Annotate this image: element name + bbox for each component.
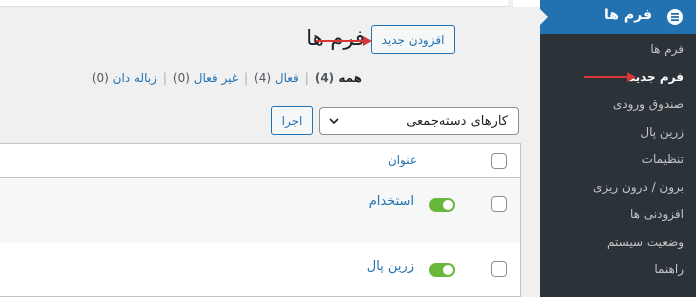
row-checkbox[interactable]: [491, 261, 507, 277]
filter-active[interactable]: فعال (4): [254, 71, 299, 85]
table-row: استخدام: [0, 179, 520, 243]
active-toggle[interactable]: [429, 263, 455, 277]
row-checkbox[interactable]: [491, 196, 507, 212]
content-panel: فرم ها افزودن جدید همه (4) | فعال (4) | …: [0, 0, 540, 297]
sidebar-submenu: فرم ها فرم جدید صندوق ورودی زرین پال تنظ…: [540, 34, 696, 297]
filter-separator: |: [304, 71, 309, 85]
forms-table: عنوان استخدام زرین پال: [0, 143, 521, 297]
filter-separator: |: [243, 71, 249, 85]
filter-trash[interactable]: زباله دان (0): [92, 71, 157, 85]
sidebar-item-inbox[interactable]: صندوق ورودی: [613, 97, 684, 111]
column-title[interactable]: عنوان: [388, 153, 417, 167]
sidebar-item-addons[interactable]: افزودنی ها: [630, 207, 684, 221]
filter-all[interactable]: همه (4): [315, 71, 362, 85]
sidebar-item-zarinpal[interactable]: زرین پال: [640, 125, 684, 139]
add-new-button[interactable]: افزودن جدید: [371, 25, 455, 54]
chevron-down-icon: [329, 118, 339, 125]
sidebar-item-system-status[interactable]: وضعیت سیستم: [607, 235, 684, 249]
select-all-checkbox[interactable]: [491, 153, 507, 169]
top-panel-edge-right: [513, 0, 540, 7]
sidebar-item-import-export[interactable]: برون / درون ریزی: [593, 180, 684, 194]
row-title-link[interactable]: زرین پال: [367, 259, 414, 274]
forms-menu-icon: [667, 9, 683, 25]
status-filters: همه (4) | فعال (4) | غیر فعال (0) | زبال…: [92, 71, 362, 85]
bulk-actions-select[interactable]: کارهای دسته‌جمعی: [319, 107, 519, 135]
bulk-actions-selected: کارهای دسته‌جمعی: [406, 113, 508, 129]
active-toggle[interactable]: [429, 198, 455, 212]
table-header: عنوان: [0, 144, 520, 178]
annotation-arrow-add-new: [316, 36, 372, 46]
sidebar-item-new-form[interactable]: فرم جدید: [629, 70, 684, 84]
admin-sidebar: فرم ها فرم ها فرم جدید صندوق ورودی زرین …: [540, 0, 696, 297]
filter-inactive[interactable]: غیر فعال (0): [173, 71, 238, 85]
apply-button[interactable]: اجرا: [271, 106, 313, 135]
annotation-arrow-new-form: [584, 72, 636, 82]
sidebar-menu-title: فرم ها: [604, 7, 652, 23]
sidebar-menu-forms[interactable]: فرم ها: [540, 0, 696, 34]
top-panel-edge: [0, 0, 508, 7]
row-title-link[interactable]: استخدام: [369, 194, 414, 209]
active-menu-notch: [540, 9, 548, 25]
sidebar-item-forms[interactable]: فرم ها: [650, 42, 684, 56]
sidebar-item-settings[interactable]: تنظیمات: [642, 152, 684, 166]
table-row: زرین پال: [0, 243, 520, 297]
filter-separator: |: [162, 71, 167, 85]
sidebar-item-help[interactable]: راهنما: [654, 262, 684, 276]
page-title: فرم ها: [306, 26, 365, 50]
